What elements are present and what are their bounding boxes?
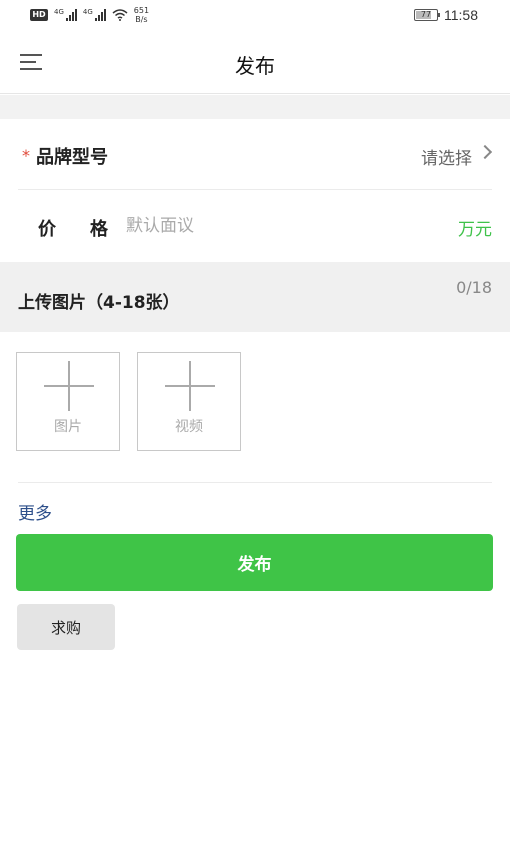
page-title: 发布 [235,54,275,78]
add-photo-label: 图片 [54,419,82,435]
publish-button[interactable]: 发布 [16,534,493,591]
clock: 11:58 [444,7,478,23]
status-right: 77 11:58 [414,7,478,23]
upload-count: 0/18 [456,278,492,297]
chevron-right-icon [477,144,493,160]
battery-icon: 77 [414,9,440,21]
price-input[interactable] [126,212,426,240]
publish-page: HD 4G 4G 651 B/s 77 11:58 发布 * 品牌型号 请选择 … [0,0,510,850]
status-left: HD 4G 4G 651 B/s [30,6,149,24]
wifi-icon [112,9,128,21]
want-to-buy-button[interactable]: 求购 [17,604,115,650]
network-speed-unit: B/s [135,15,148,24]
signal-icon: 4G [54,9,77,21]
status-bar: HD 4G 4G 651 B/s 77 11:58 [0,0,510,30]
add-video-label: 视频 [175,419,203,435]
app-header: 发布 [0,30,510,94]
signal-icon-2: 4G [83,9,106,21]
price-label: 价格 [38,215,108,241]
hd-icon: HD [30,9,48,21]
upload-title: 上传图片（4-18张） [18,293,180,313]
more-options-link[interactable]: 更多 [18,499,52,524]
upload-header: 上传图片（4-18张） 0/18 [0,262,510,332]
section-gap [0,95,510,119]
price-row: 价格 万元 [0,190,510,262]
add-video-button[interactable]: 视频 [137,352,241,451]
battery-level: 77 [420,10,432,19]
divider [18,482,492,483]
price-label-part1: 价 [38,219,56,240]
network-speed-value: 651 [133,6,150,15]
price-label-part2: 格 [90,219,108,240]
price-unit: 万元 [458,220,492,240]
network-type-label: 4G [54,8,64,16]
brand-model-label: 品牌型号 [36,147,108,168]
network-speed: 651 B/s [134,6,149,24]
add-photo-button[interactable]: 图片 [16,352,120,451]
plus-icon [165,361,215,411]
brand-model-select[interactable]: 请选择 [421,144,472,169]
required-mark: * [22,146,30,165]
plus-icon [44,361,94,411]
brand-model-row[interactable]: * 品牌型号 请选择 [0,119,510,189]
network-type-label-2: 4G [82,8,93,16]
